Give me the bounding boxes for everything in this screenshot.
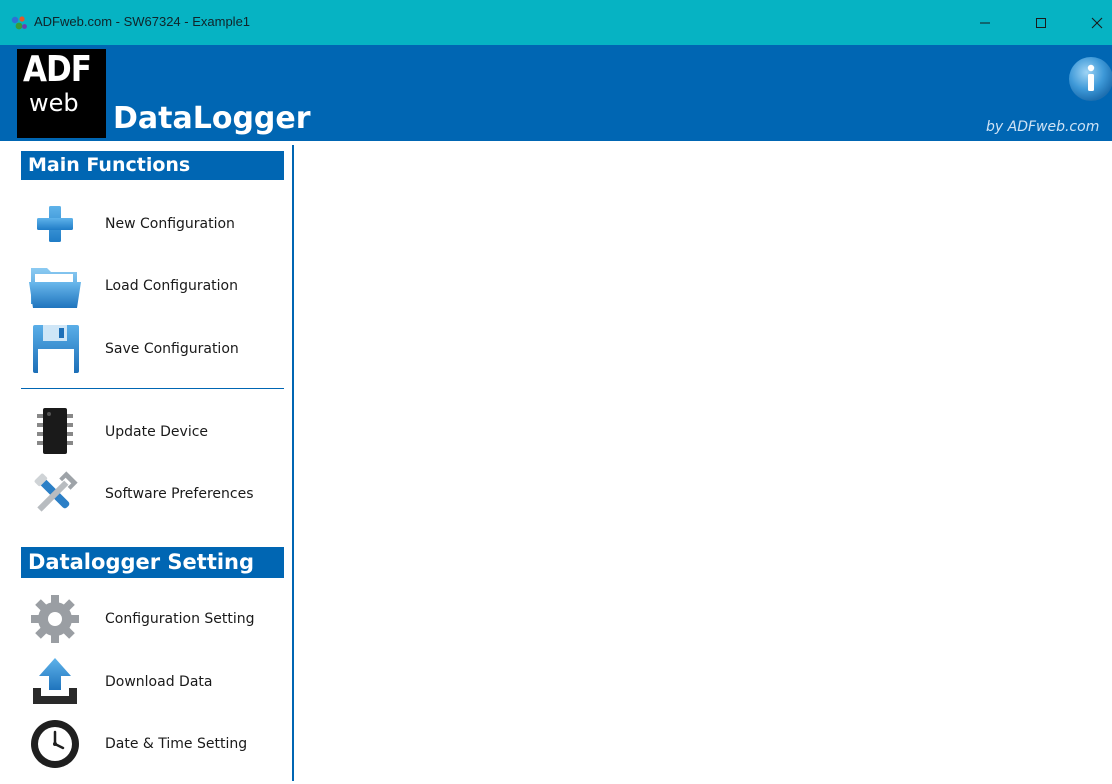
download-icon	[33, 658, 77, 704]
product-name: DataLogger	[113, 101, 311, 136]
date-time-setting-button[interactable]: Date & Time Setting	[21, 716, 284, 772]
window-title: ADFweb.com - SW67324 - Example1	[34, 14, 251, 29]
configuration-setting-button[interactable]: Configuration Setting	[21, 591, 284, 647]
configuration-setting-label: Configuration Setting	[105, 611, 255, 627]
new-configuration-button[interactable]: New Configuration	[21, 196, 284, 252]
save-configuration-label: Save Configuration	[105, 341, 239, 357]
close-button[interactable]	[1074, 0, 1112, 45]
datalogger-setting-header: Datalogger Setting	[21, 547, 284, 578]
info-icon[interactable]	[1066, 56, 1112, 102]
clock-icon	[31, 720, 79, 768]
gear-icon	[31, 595, 79, 643]
adfweb-logo: ADF web	[17, 49, 106, 138]
sidebar-border	[292, 145, 294, 781]
plus-icon	[37, 206, 73, 242]
logo-adf-text: ADF	[23, 49, 92, 91]
update-device-label: Update Device	[105, 424, 209, 440]
load-configuration-label: Load Configuration	[105, 278, 238, 294]
main-functions-header: Main Functions	[21, 151, 284, 180]
maximize-button[interactable]	[1018, 0, 1064, 45]
new-configuration-label: New Configuration	[105, 216, 235, 232]
chip-icon	[37, 408, 73, 454]
title-bar: ADFweb.com - SW67324 - Example1	[0, 0, 1112, 45]
tools-icon	[34, 471, 78, 512]
software-preferences-button[interactable]: Software Preferences	[21, 466, 284, 522]
sidebar-divider	[21, 388, 284, 389]
save-configuration-button[interactable]: Save Configuration	[21, 321, 284, 377]
logo-web-text: web	[29, 89, 79, 117]
minimize-button[interactable]	[962, 0, 1008, 45]
load-configuration-button[interactable]: Load Configuration	[21, 258, 284, 314]
app-banner: ADF web DataLogger by ADFweb.com	[0, 45, 1112, 141]
download-data-button[interactable]: Download Data	[21, 654, 284, 710]
byline: by ADFweb.com	[986, 119, 1100, 135]
maximize-icon	[1036, 17, 1046, 28]
software-preferences-label: Software Preferences	[105, 486, 254, 502]
app-icon	[11, 16, 27, 30]
date-time-setting-label: Date & Time Setting	[105, 736, 248, 752]
main-content-area	[296, 141, 1112, 784]
close-icon	[1091, 17, 1103, 28]
minimize-icon	[980, 22, 990, 23]
floppy-disk-icon	[33, 325, 79, 373]
folder-icon	[29, 268, 81, 308]
update-device-button[interactable]: Update Device	[21, 404, 284, 460]
download-data-label: Download Data	[105, 674, 213, 690]
